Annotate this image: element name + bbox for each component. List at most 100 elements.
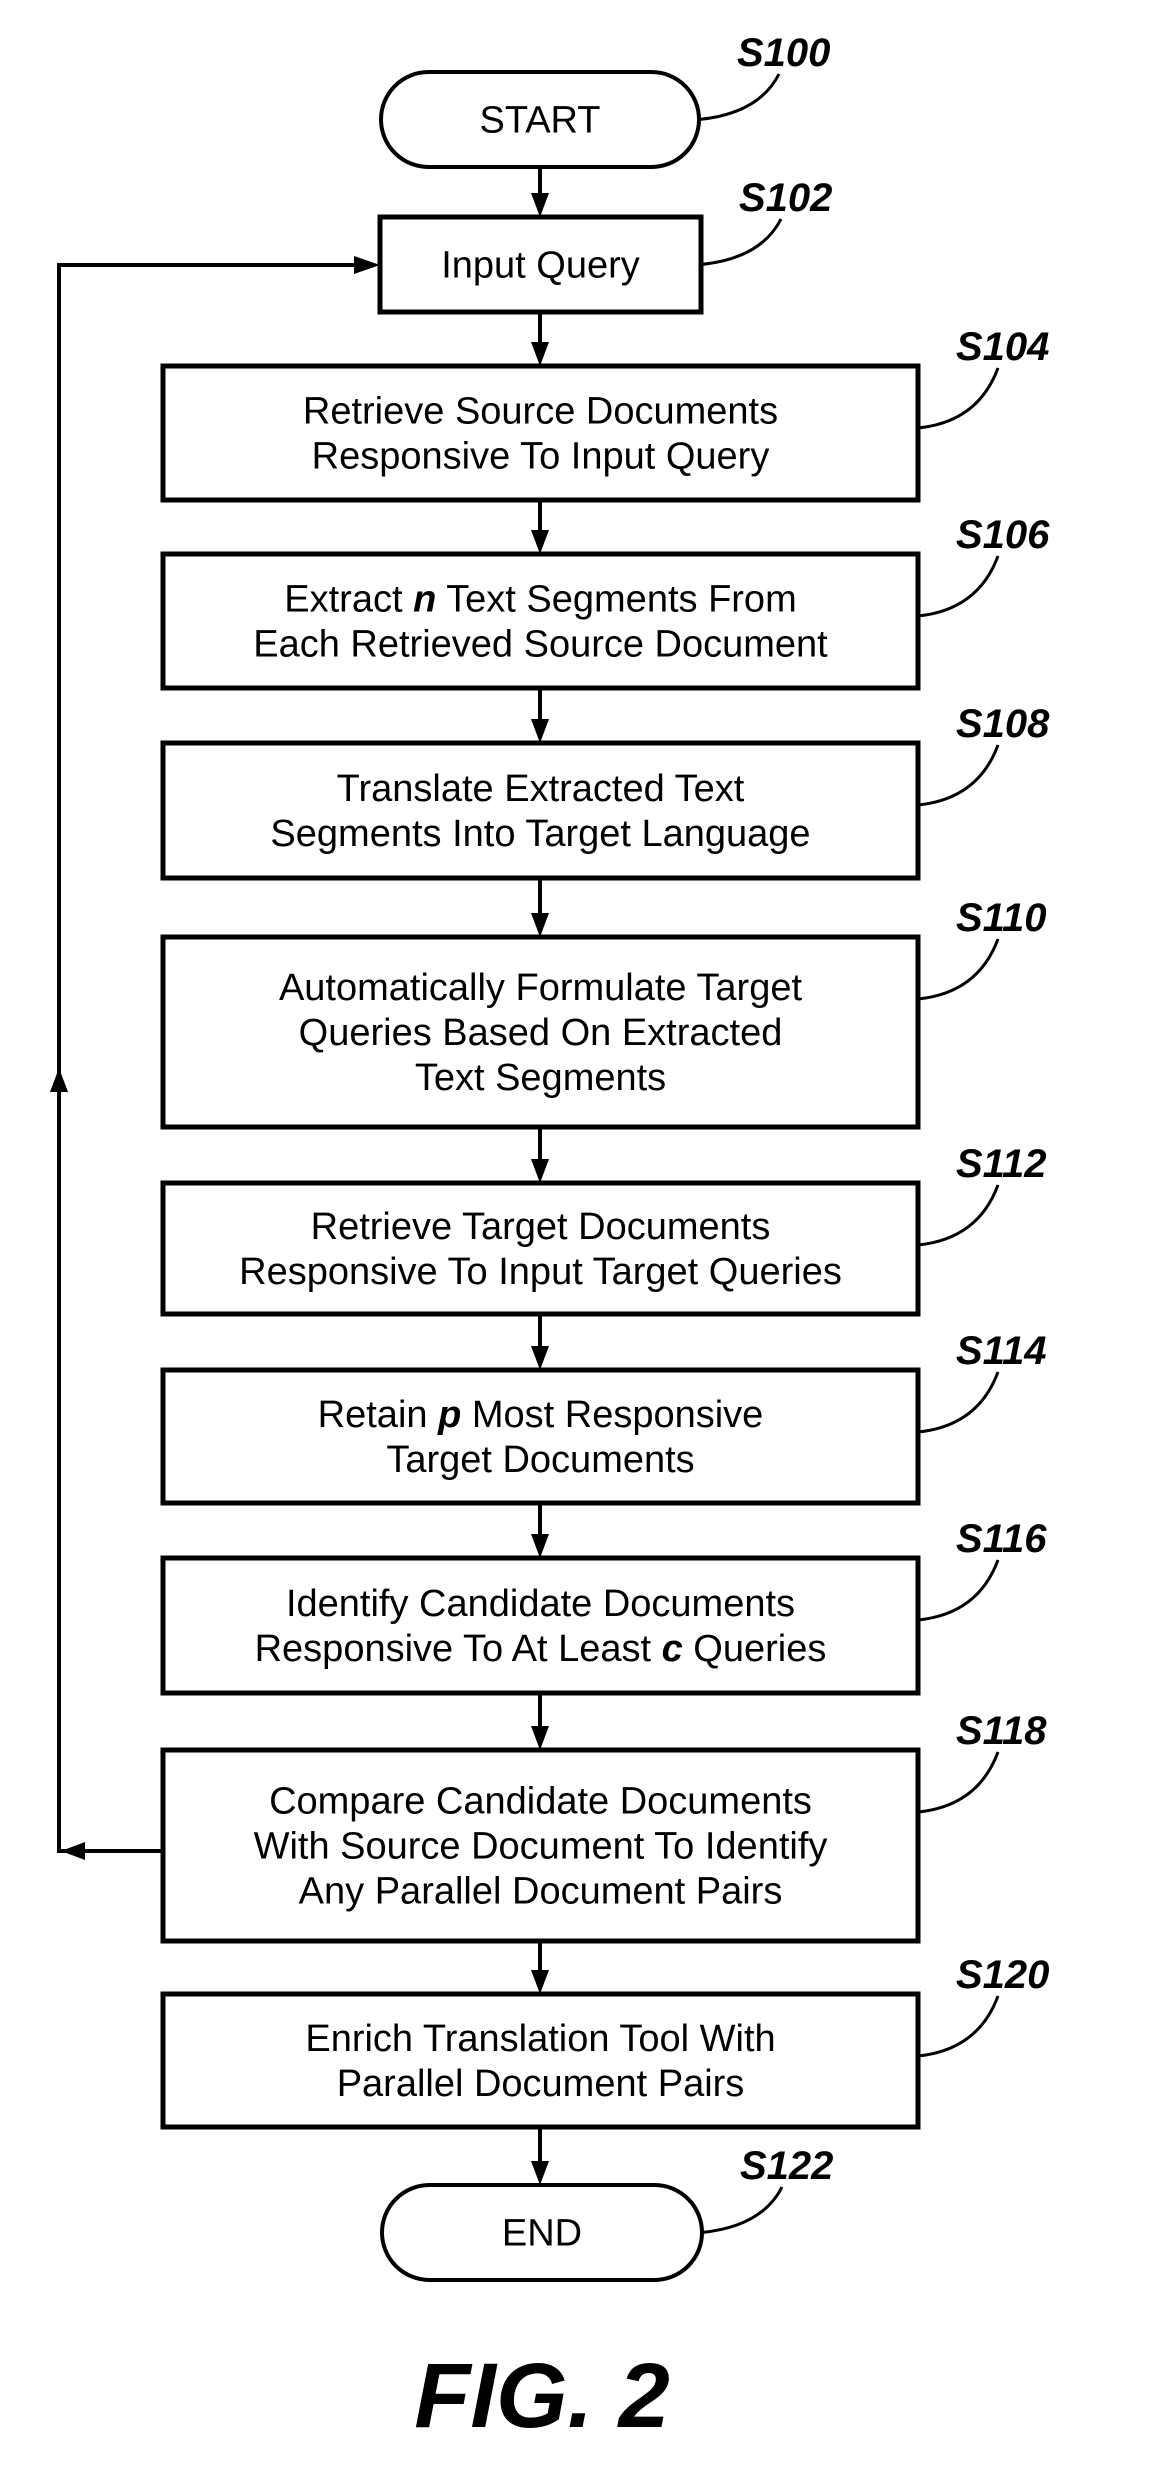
variable-symbol: p xyxy=(437,1394,461,1436)
process-box xyxy=(160,363,921,503)
figure-caption: FIG. 2 xyxy=(414,2345,670,2447)
leader-line xyxy=(701,2186,784,2234)
step-id-label: S116 xyxy=(956,1517,1047,1561)
step-text-line: Retain p Most Responsive xyxy=(318,1394,764,1436)
step-text-line: Segments Into Target Language xyxy=(270,813,810,855)
flowchart: START Input Query Retrieve Source Document… xyxy=(50,31,1050,2447)
step-text-line: START xyxy=(479,100,600,142)
step-s104: Retrieve Source DocumentsResponsive To I… xyxy=(160,363,921,503)
step-id-label: S114 xyxy=(956,1329,1046,1373)
step-id-label: S122 xyxy=(740,2144,833,2188)
step-text-line: END xyxy=(502,2213,582,2255)
text-segment: Text Segments xyxy=(415,1057,666,1099)
text-segment: Queries Based On Extracted xyxy=(299,1012,783,1054)
arrow-down-icon xyxy=(531,1159,549,1183)
arrow-down-icon xyxy=(531,913,549,937)
leader-line xyxy=(917,1559,1000,1622)
step-text-line: Compare Candidate Documents xyxy=(269,1781,812,1823)
text-segment: Retain xyxy=(318,1394,438,1436)
arrow-down-icon xyxy=(531,342,549,366)
step-text-line: Retrieve Source Documents xyxy=(303,391,778,433)
text-segment: Retrieve Source Documents xyxy=(303,391,778,433)
text-segment: Responsive To At Least xyxy=(255,1628,662,1670)
step-text-line: Translate Extracted Text xyxy=(337,768,745,810)
text-segment: Each Retrieved Source Document xyxy=(253,624,828,666)
step-s102: Input Query xyxy=(377,214,704,315)
arrow-down-icon xyxy=(531,1970,549,1994)
text-segment: Translate Extracted Text xyxy=(337,768,745,810)
step-text-line: Any Parallel Document Pairs xyxy=(299,1871,783,1913)
step-text-line: Responsive To Input Query xyxy=(312,436,770,478)
step-text-line: Responsive To Input Target Queries xyxy=(239,1251,842,1293)
text-segment: Compare Candidate Documents xyxy=(269,1781,812,1823)
step-text-line: Extract n Text Segments From xyxy=(284,579,796,621)
step-text-line: Text Segments xyxy=(415,1057,666,1099)
step-s116: Identify Candidate DocumentsResponsive T… xyxy=(160,1555,921,1696)
leader-line xyxy=(917,1995,1000,2058)
arrow-left-icon xyxy=(61,1842,85,1860)
step-id-label: S120 xyxy=(956,1953,1049,1997)
step-s106: Extract n Text Segments FromEach Retriev… xyxy=(160,551,921,691)
step-s114: Retain p Most ResponsiveTarget Documents xyxy=(160,1367,921,1506)
step-s100: START xyxy=(379,70,701,169)
text-segment: START xyxy=(479,100,600,142)
arrow-down-icon xyxy=(531,2161,549,2185)
leader-line xyxy=(917,367,1000,430)
leader-line xyxy=(917,555,1000,618)
arrow-down-icon xyxy=(531,1346,549,1370)
process-box xyxy=(160,1180,921,1317)
leader-line xyxy=(917,938,1000,1001)
step-text-line: Each Retrieved Source Document xyxy=(253,624,828,666)
step-id-label: S102 xyxy=(739,176,832,220)
text-segment: Queries xyxy=(683,1628,827,1670)
step-id-label: S100 xyxy=(737,31,830,75)
arrow-down-icon xyxy=(531,719,549,743)
step-s108: Translate Extracted TextSegments Into Ta… xyxy=(160,740,921,881)
text-segment: END xyxy=(502,2213,582,2255)
arrow-up-icon xyxy=(50,1068,68,1092)
process-box xyxy=(160,740,921,881)
text-segment: Extract xyxy=(284,579,413,621)
leader-line xyxy=(917,744,1000,807)
leader-line xyxy=(917,1184,1000,1247)
step-id-label: S108 xyxy=(956,702,1050,746)
process-box xyxy=(160,551,921,691)
process-box xyxy=(160,1991,921,2130)
leader-line xyxy=(698,73,781,121)
step-id-label: S118 xyxy=(956,1709,1047,1753)
text-segment: Input Query xyxy=(441,245,640,287)
step-id-label: S106 xyxy=(956,513,1050,557)
arrow-down-icon xyxy=(531,1534,549,1558)
text-segment: Responsive To Input Query xyxy=(312,436,770,478)
step-text-line: Target Documents xyxy=(386,1439,694,1481)
step-text-line: Automatically Formulate Target xyxy=(279,967,803,1009)
step-text-line: Responsive To At Least c Queries xyxy=(255,1628,827,1670)
arrow-down-icon xyxy=(531,193,549,217)
step-s122: END xyxy=(380,2183,704,2282)
step-id-label: S110 xyxy=(956,896,1046,940)
text-segment: Text Segments From xyxy=(436,579,796,621)
step-text-line: With Source Document To Identify xyxy=(254,1826,828,1868)
step-s112: Retrieve Target DocumentsResponsive To I… xyxy=(160,1180,921,1317)
text-segment: Any Parallel Document Pairs xyxy=(299,1871,783,1913)
text-segment: Parallel Document Pairs xyxy=(337,2063,745,2105)
process-box xyxy=(160,1367,921,1506)
text-segment: Responsive To Input Target Queries xyxy=(239,1251,842,1293)
step-id-label: S112 xyxy=(956,1142,1046,1186)
variable-symbol: n xyxy=(413,579,436,621)
text-segment: Retrieve Target Documents xyxy=(311,1206,771,1248)
leader-line xyxy=(700,218,783,266)
text-segment: Segments Into Target Language xyxy=(270,813,810,855)
step-text-line: Identify Candidate Documents xyxy=(286,1583,795,1625)
leader-line xyxy=(917,1751,1000,1814)
arrow-down-icon xyxy=(531,530,549,554)
text-segment: With Source Document To Identify xyxy=(254,1826,828,1868)
step-s110: Automatically Formulate TargetQueries Ba… xyxy=(160,934,921,1130)
text-segment: Target Documents xyxy=(386,1439,694,1481)
step-text-line: Input Query xyxy=(441,245,640,287)
step-text-line: Retrieve Target Documents xyxy=(311,1206,771,1248)
step-text-line: Enrich Translation Tool With xyxy=(305,2018,775,2060)
text-segment: Automatically Formulate Target xyxy=(279,967,803,1009)
step-id-label: S104 xyxy=(956,325,1049,369)
text-segment: Identify Candidate Documents xyxy=(286,1583,795,1625)
